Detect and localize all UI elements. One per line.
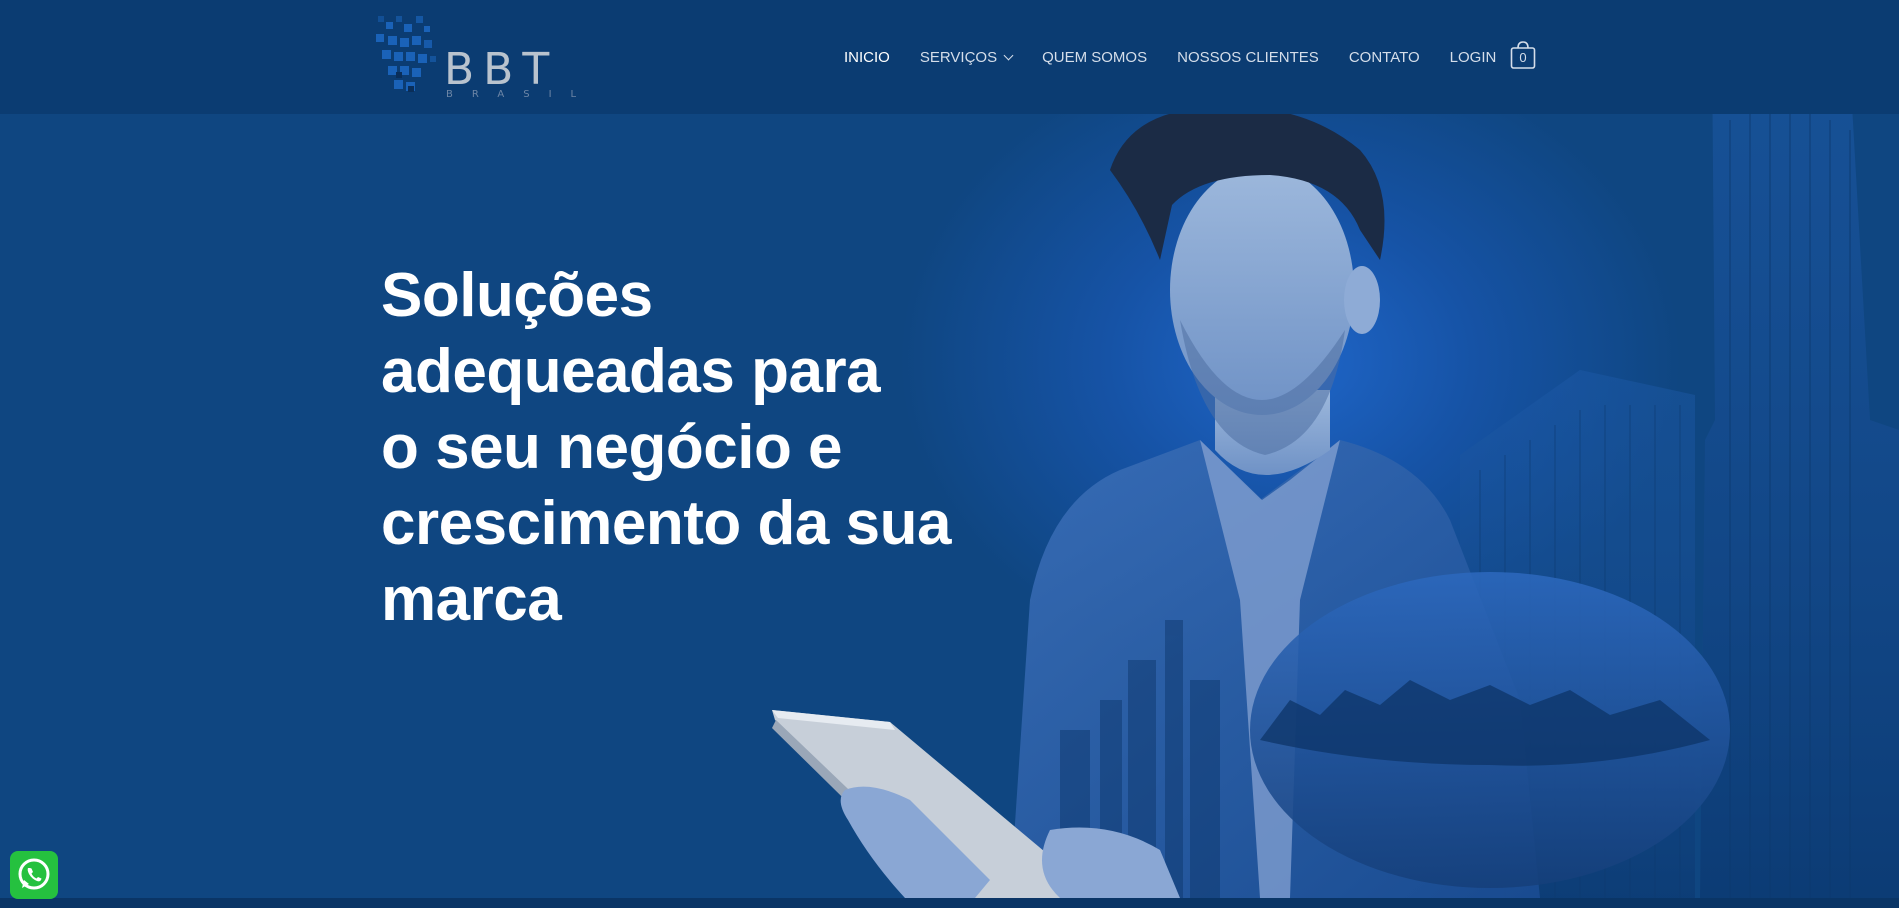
skyscraper-right [1700, 20, 1899, 898]
nav-item-label: SERVIÇOS [919, 48, 998, 66]
bean-sculpture [1250, 572, 1730, 888]
whatsapp-chat-button[interactable] [10, 851, 58, 899]
page: Soluções adequeadas para o seu negócio e… [0, 0, 1899, 908]
section-divider [0, 898, 1899, 908]
cart-count: 0 [1519, 50, 1527, 65]
headline-line: o seu negócio e [381, 413, 843, 482]
whatsapp-icon [18, 858, 50, 890]
site-header: BBT BRASIL INICIO SERVIÇOS QUEM SOMOS NO… [0, 0, 1899, 114]
nav-item-label: QUEM SOMOS [1042, 48, 1148, 66]
cart-button[interactable]: 0 [1510, 41, 1536, 70]
hero-section: Soluções adequeadas para o seu negócio e… [0, 0, 1899, 898]
nav-item-label: CONTATO [1348, 48, 1420, 66]
headline-line: Soluções [381, 261, 653, 330]
pixel-logo-icon [376, 16, 436, 92]
brand-logo[interactable]: BBT BRASIL [372, 12, 592, 100]
headline-line: crescimento da sua [381, 489, 951, 558]
nav-item-servicos[interactable]: SERVIÇOS [919, 48, 1014, 66]
nav-item-quem-somos[interactable]: QUEM SOMOS [1042, 49, 1147, 66]
nav-item-nossos-clientes[interactable]: NOSSOS CLIENTES [1177, 49, 1319, 66]
nav-item-label: LOGIN [1449, 48, 1497, 66]
main-navigation: INICIO SERVIÇOS QUEM SOMOS NOSSOS CLIENT… [844, 46, 1526, 68]
brand-subtitle: BRASIL [446, 89, 596, 100]
chevron-down-icon [1003, 50, 1014, 60]
nav-item-contato[interactable]: CONTATO [1349, 49, 1420, 66]
nav-item-inicio[interactable]: INICIO [844, 49, 890, 66]
brand-name: BBT [444, 44, 559, 95]
hero-headline: Soluções adequeadas para o seu negócio e… [381, 258, 981, 638]
headline-line: adequeadas para [381, 337, 881, 406]
headline-line: marca [381, 565, 562, 634]
nav-item-label: NOSSOS CLIENTES [1177, 48, 1319, 66]
nav-item-label: INICIO [844, 48, 890, 66]
nav-item-login[interactable]: LOGIN [1450, 49, 1497, 66]
